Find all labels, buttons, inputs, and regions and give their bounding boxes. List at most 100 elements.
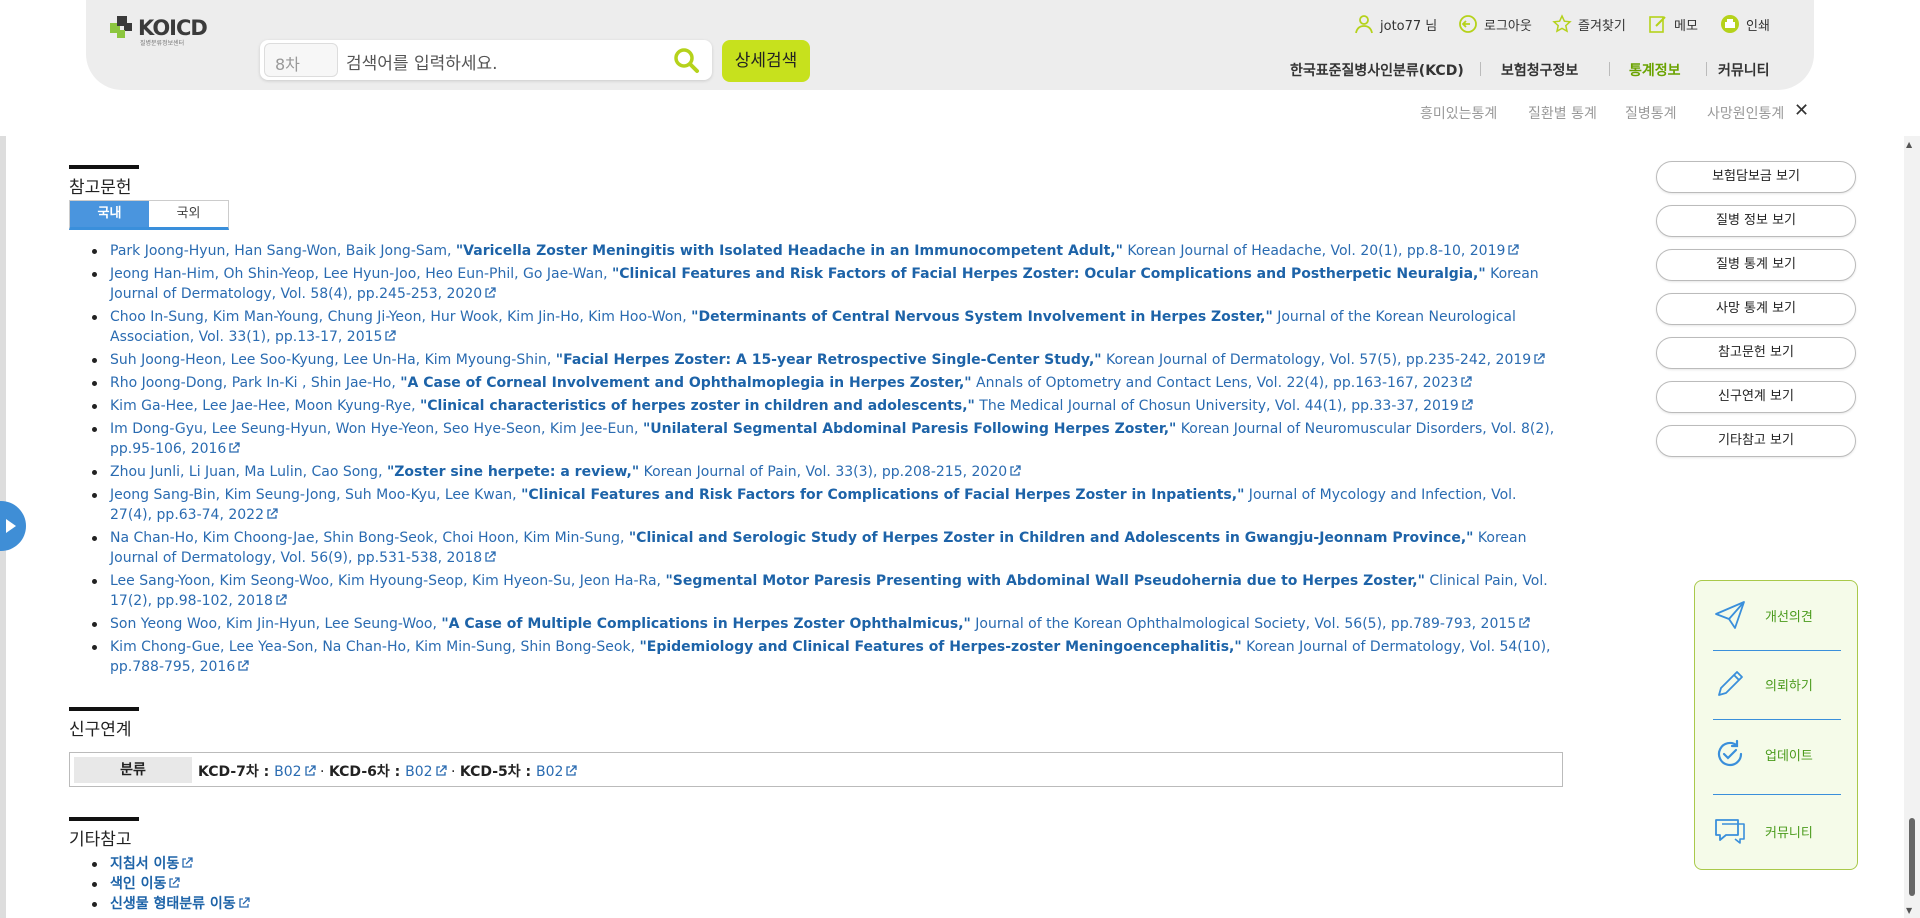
side-nav-button[interactable]: 참고문헌 보기 (1656, 337, 1856, 369)
etc-link[interactable]: 지침서 이동 (92, 854, 250, 874)
reference-title: "Varicella Zoster Meningitis with Isolat… (455, 243, 1123, 259)
etc-link[interactable]: 색인 이동 (92, 874, 250, 894)
gnb-kcd[interactable]: 한국표준질병사인분류(KCD) (1290, 60, 1464, 80)
side-nav-button[interactable]: 사망 통계 보기 (1656, 293, 1856, 325)
external-link-icon (1010, 465, 1021, 476)
reference-item[interactable]: Jeong Sang-Bin, Kim Seung-Jong, Suh Moo-… (92, 485, 1562, 525)
reference-item[interactable]: Park Joong-Hyun, Han Sang-Won, Baik Jong… (92, 241, 1562, 261)
reference-authors: Choo In-Sung, Kim Man-Young, Chung Ji-Ye… (110, 309, 692, 325)
etc-link[interactable]: 신생물 형태분류 이동 (92, 894, 250, 914)
reference-title: "Facial Herpes Zoster: A 15-year Retrosp… (555, 352, 1102, 368)
reference-item[interactable]: Jeong Han-Him, Oh Shin-Yeop, Lee Hyun-Jo… (92, 264, 1562, 304)
reference-item[interactable]: Kim Chong-Gue, Lee Yea-Son, Na Chan-Ho, … (92, 637, 1562, 677)
search-version-select[interactable]: 8차 (264, 43, 338, 77)
reference-title: "Clinical Features and Risk Factors for … (521, 487, 1245, 503)
reference-title: "Clinical and Serologic Study of Herpes … (628, 530, 1474, 546)
external-link-icon (239, 897, 250, 908)
etc-title: 기타참고 (69, 817, 139, 850)
reference-title: "A Case of Multiple Complications in Her… (441, 616, 971, 632)
reference-authors: Kim Ga-Hee, Lee Jae-Hee, Moon Kyung-Rye, (110, 398, 420, 414)
logo-subtext: 질병분류정보센터 (140, 40, 185, 47)
references-title: 참고문헌 (69, 165, 139, 198)
reference-item[interactable]: Choo In-Sung, Kim Man-Young, Chung Ji-Ye… (92, 307, 1562, 347)
memo-label: 메모 (1674, 18, 1698, 34)
side-panel-toggle-button[interactable] (0, 501, 26, 551)
external-link-icon (169, 877, 181, 888)
reference-source: Korean Journal of Dermatology, Vol. 57(5… (1101, 352, 1532, 368)
side-nav-button[interactable]: 질병 통계 보기 (1656, 249, 1856, 281)
kcd-label: 분류 (74, 757, 192, 783)
refresh-check-icon (1717, 739, 1743, 767)
quick-divider (1713, 719, 1841, 720)
subnav-disease-stats[interactable]: 질환별 통계 (1528, 103, 1597, 123)
kcd5-label: KCD-5차 : (459, 764, 537, 780)
subnav-illness-stats[interactable]: 질병통계 (1625, 103, 1677, 123)
search-input[interactable]: 검색어를 입력하세요. (346, 49, 498, 74)
kcd7-link[interactable]: B02 (274, 764, 316, 780)
dot-separator: · (315, 764, 329, 780)
subnav-interesting-stats[interactable]: 흥미있는통계 (1420, 103, 1497, 123)
reference-item[interactable]: Lee Sang-Yoon, Kim Seong-Woo, Kim Hyoung… (92, 571, 1562, 611)
tab-domestic[interactable]: 국내 (70, 201, 149, 227)
external-link-icon (566, 765, 578, 776)
quick-divider (1713, 650, 1841, 651)
reference-item[interactable]: Im Dong-Gyu, Lee Seung-Hyun, Won Hye-Yeo… (92, 419, 1562, 459)
scroll-up-arrow-icon[interactable]: ▲ (1906, 140, 1912, 149)
external-link-icon (1519, 617, 1530, 628)
side-nav-button[interactable]: 질병 정보 보기 (1656, 205, 1856, 237)
quick-update[interactable]: 업데이트 (1695, 724, 1859, 784)
close-icon[interactable]: ✕ (1794, 100, 1809, 121)
scrollbar-thumb[interactable] (1909, 818, 1915, 896)
etc-list: 지침서 이동 색인 이동 신생물 형태분류 이동 (92, 854, 250, 914)
external-link-icon (182, 857, 193, 868)
external-link-icon (238, 660, 249, 671)
reference-item[interactable]: Rho Joong-Dong, Park In-Ki , Shin Jae-Ho… (92, 373, 1562, 393)
reference-item[interactable]: Kim Ga-Hee, Lee Jae-Hee, Moon Kyung-Rye,… (92, 396, 1562, 416)
quick-request[interactable]: 의뢰하기 (1695, 654, 1859, 714)
logout-label: 로그아웃 (1484, 18, 1532, 34)
reference-item[interactable]: Son Yeong Woo, Kim Jin-Hyun, Lee Seung-W… (92, 614, 1562, 634)
side-nav-button[interactable]: 기타참고 보기 (1656, 425, 1856, 457)
paper-plane-icon (1715, 601, 1745, 629)
tab-foreign[interactable]: 국외 (149, 201, 228, 227)
reference-item[interactable]: Zhou Junli, Li Juan, Ma Lulin, Cao Song,… (92, 462, 1562, 482)
kcd6-label: KCD-6차 : (328, 764, 406, 780)
chat-bubble-icon (1715, 819, 1745, 844)
top-header: KOICD 질병분류정보센터 8차 검색어를 입력하세요. 상세검색 joto7… (86, 0, 1814, 90)
scrollbar-track[interactable] (1904, 136, 1920, 918)
user-icon (1355, 15, 1373, 34)
reference-item[interactable]: Suh Joong-Heon, Lee Soo-Kyung, Lee Un-Ha… (92, 350, 1562, 370)
logo-text: KOICD (138, 16, 208, 40)
linkage-title: 신구연계 (69, 707, 139, 740)
user-name: joto77 님 (1380, 18, 1438, 34)
memo-link[interactable]: 메모 (1648, 14, 1698, 34)
user-link[interactable]: joto77 님 (1354, 14, 1437, 34)
external-link-icon (276, 594, 287, 605)
star-icon (1552, 14, 1572, 33)
reference-item[interactable]: Na Chan-Ho, Kim Choong-Jae, Shin Bong-Se… (92, 528, 1562, 568)
reference-title: "Clinical Features and Risk Factors of F… (611, 266, 1486, 282)
kcd-values: KCD-7차 : B02 · KCD-6차 : B02 · KCD-5차 : B… (198, 761, 578, 781)
reference-authors: Rho Joong-Dong, Park In-Ki , Shin Jae-Ho… (110, 375, 401, 391)
kcd6-link[interactable]: B02 (405, 764, 447, 780)
external-link-icon (1462, 399, 1473, 410)
side-nav-button[interactable]: 신구연계 보기 (1656, 381, 1856, 413)
kcd5-link[interactable]: B02 (536, 764, 578, 780)
gnb-divider (1706, 62, 1707, 76)
search-icon[interactable] (672, 46, 700, 74)
subnav-death-stats[interactable]: 사망원인통계 (1707, 103, 1784, 123)
detail-search-button[interactable]: 상세검색 (722, 40, 810, 82)
gnb-statistics[interactable]: 통계정보 (1629, 60, 1681, 80)
external-link-icon (267, 508, 278, 519)
gnb-insurance[interactable]: 보험청구정보 (1501, 60, 1578, 80)
site-logo[interactable]: KOICD 질병분류정보센터 (110, 16, 208, 47)
favorites-link[interactable]: 즐겨찾기 (1552, 14, 1626, 34)
print-link[interactable]: 인쇄 (1720, 14, 1770, 34)
scroll-down-arrow-icon[interactable]: ▼ (1906, 906, 1912, 915)
gnb-community[interactable]: 커뮤니티 (1718, 60, 1770, 80)
side-nav-button[interactable]: 보험담보금 보기 (1656, 161, 1856, 193)
logout-link[interactable]: 로그아웃 (1458, 14, 1532, 34)
quick-feedback[interactable]: 개선의견 (1695, 585, 1859, 645)
external-link-icon (385, 330, 397, 341)
quick-community[interactable]: 커뮤니티 (1695, 801, 1859, 861)
